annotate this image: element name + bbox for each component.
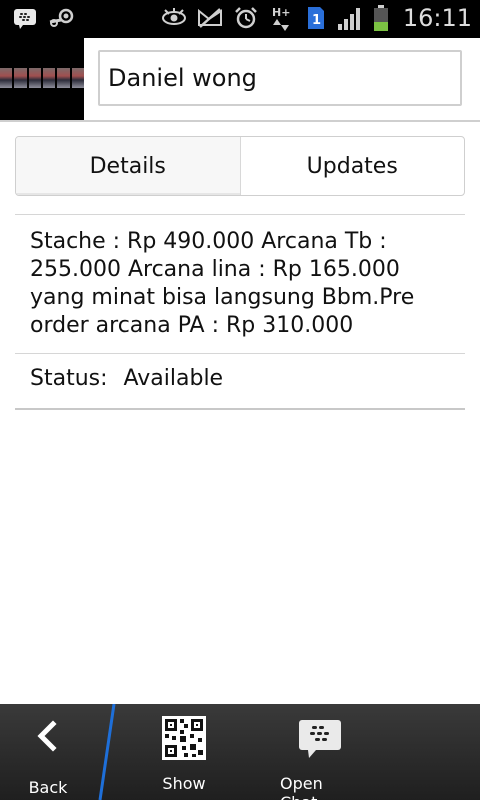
divider — [15, 353, 465, 354]
open-chat-label: Open Chat — [280, 774, 323, 812]
contact-header: Daniel wong — [0, 38, 480, 122]
status-value: Available — [123, 366, 224, 391]
signal-icon — [337, 5, 363, 31]
status-bar: H+ 1 16:11 — [0, 0, 480, 38]
muted-notif-icon — [197, 5, 223, 31]
avatar[interactable] — [0, 38, 84, 120]
personal-message: Stache : Rp 490.000 Arcana Tb : 255.000 … — [30, 229, 415, 338]
status-label: Status: — [30, 366, 108, 391]
back-chevron-icon — [33, 716, 63, 760]
tab-details[interactable]: Details — [16, 137, 241, 195]
sim-icon: 1 — [305, 5, 327, 31]
avatar-image — [0, 68, 84, 88]
qr-icon — [162, 716, 206, 764]
show-barcode-button[interactable]: Show — [158, 716, 210, 793]
open-chat-button[interactable]: Open Chat — [280, 716, 360, 812]
contact-name-field[interactable]: Daniel wong — [98, 50, 462, 106]
status-row: Status: Available — [30, 366, 223, 391]
network-type: H+ — [272, 6, 290, 19]
bottom-action-bar: Back Show Open Chat — [0, 703, 480, 812]
alarm-icon — [233, 5, 259, 31]
divider — [15, 408, 465, 410]
status-right: H+ 1 16:11 — [161, 4, 472, 32]
tab-bar: Details Updates — [15, 136, 465, 196]
steam-icon — [48, 6, 74, 32]
bbm-icon — [12, 6, 38, 32]
show-label: Show — [162, 774, 206, 793]
eye-icon — [161, 5, 187, 31]
back-button[interactable]: Back — [26, 716, 70, 797]
back-label: Back — [28, 778, 68, 797]
battery-icon — [373, 5, 389, 31]
sim-badge: 1 — [312, 13, 321, 28]
status-left — [12, 6, 74, 32]
chat-bubble-icon — [298, 716, 342, 764]
tab-updates[interactable]: Updates — [241, 137, 465, 195]
clock: 16:11 — [402, 4, 472, 32]
separator — [98, 703, 116, 801]
data-icon: H+ — [269, 5, 295, 31]
divider — [15, 214, 465, 215]
